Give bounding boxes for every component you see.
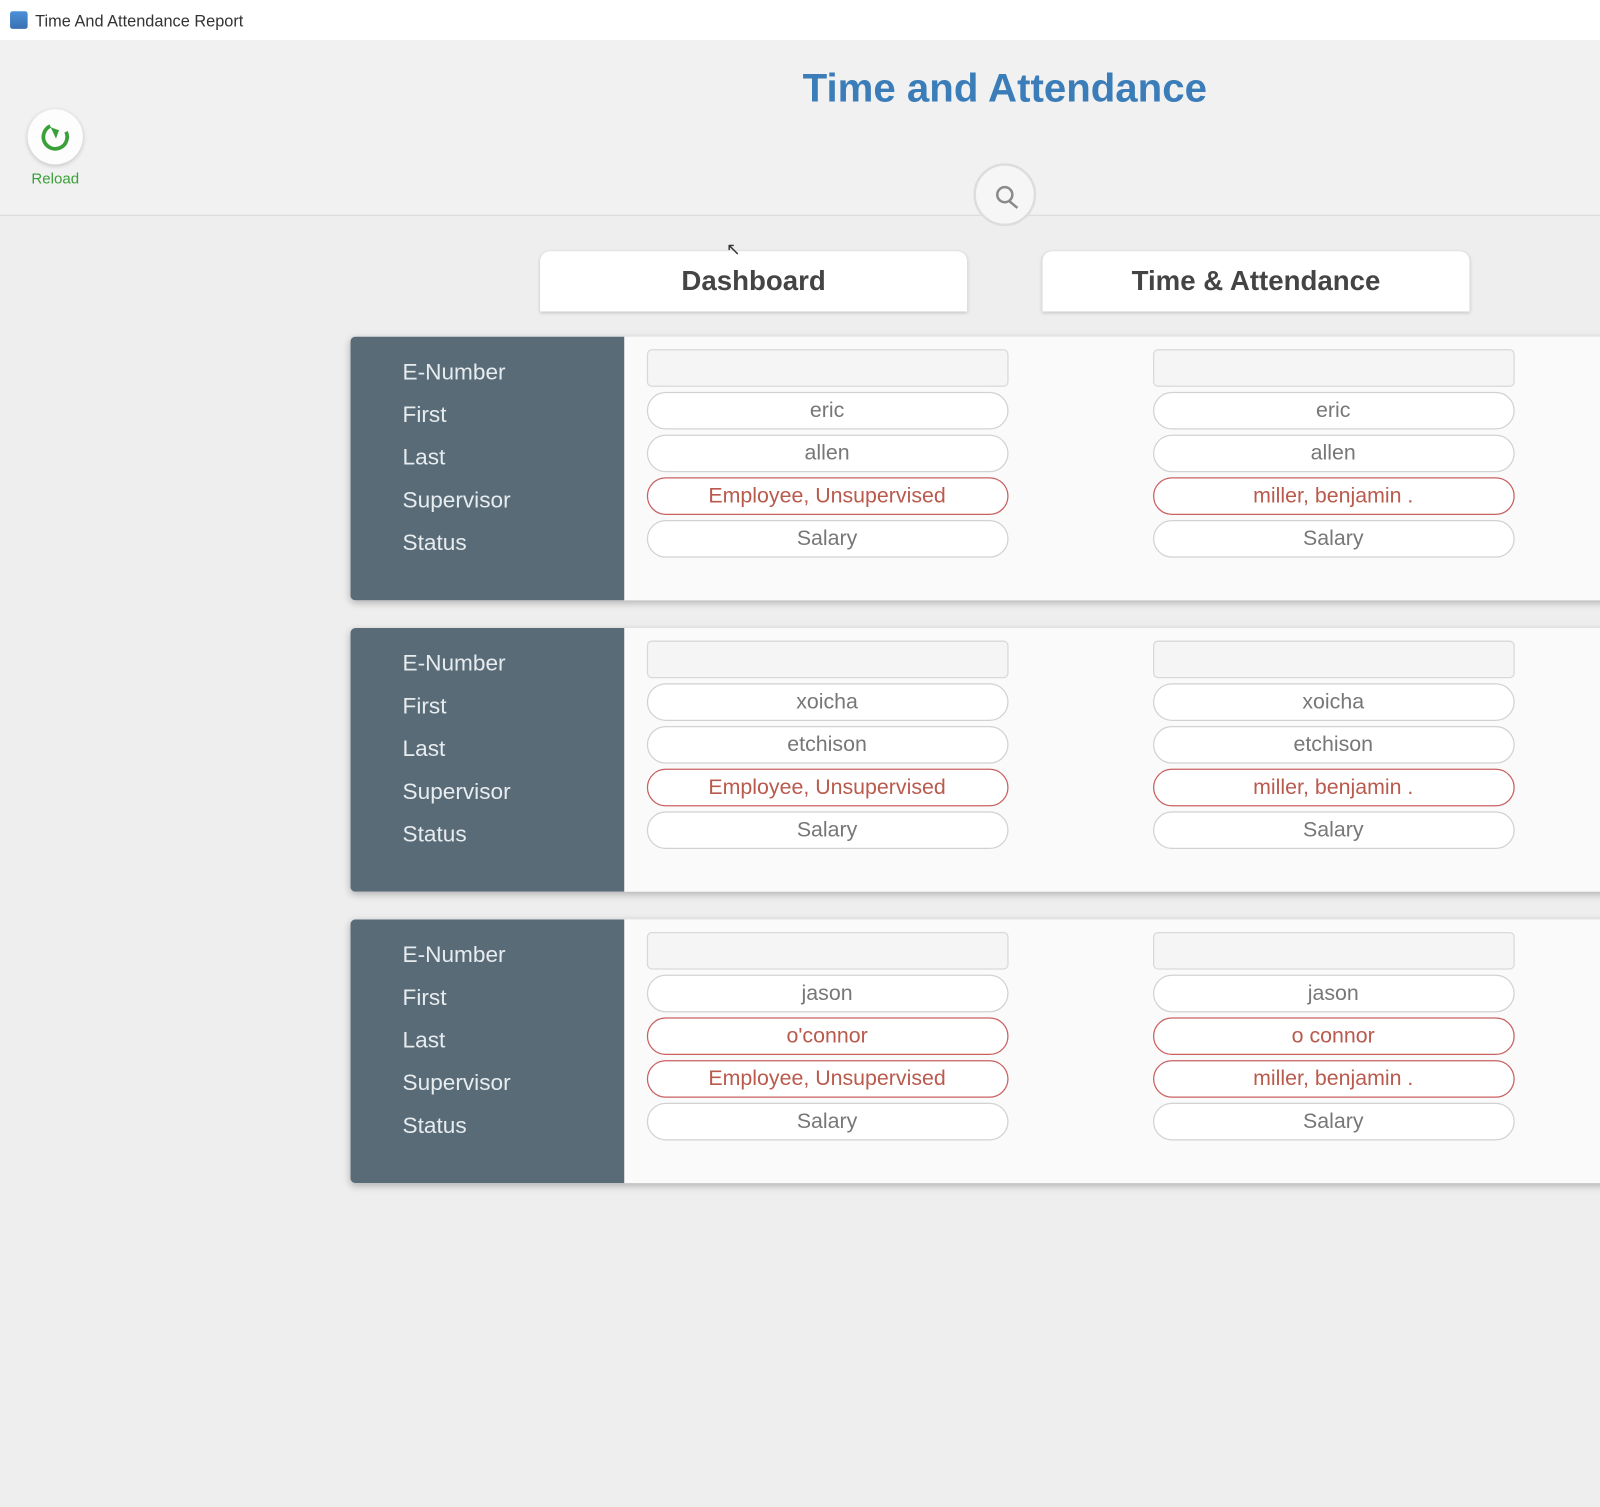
label-enumber: E-Number <box>403 359 624 392</box>
last-field[interactable]: etchison <box>1152 726 1514 764</box>
data-column-right: xoicha etchison miller, benjamin . Salary <box>1152 641 1514 892</box>
last-field[interactable]: allen <box>646 435 1008 473</box>
first-field[interactable]: eric <box>1152 392 1514 430</box>
status-field[interactable]: Salary <box>1152 811 1514 849</box>
status-field[interactable]: Salary <box>1152 1103 1514 1141</box>
label-supervisor: Supervisor <box>403 487 624 520</box>
app-icon <box>10 11 28 29</box>
tab-time-attendance[interactable]: Time & Attendance <box>1042 251 1469 311</box>
first-field[interactable]: jason <box>1152 975 1514 1013</box>
last-field[interactable]: allen <box>1152 435 1514 473</box>
status-field[interactable]: Salary <box>646 1103 1008 1141</box>
first-field[interactable]: xoicha <box>1152 683 1514 721</box>
enumber-field[interactable] <box>646 349 1008 387</box>
supervisor-field[interactable]: Employee, Unsupervised <box>646 769 1008 807</box>
reload-icon <box>38 119 73 154</box>
data-column-right: eric allen miller, benjamin . Salary <box>1152 349 1514 600</box>
field-labels: E-Number First Last Supervisor Status <box>350 919 624 1183</box>
label-enumber: E-Number <box>403 942 624 975</box>
last-field[interactable]: o'connor <box>646 1017 1008 1055</box>
label-supervisor: Supervisor <box>403 1070 624 1103</box>
cards-list: E-Number First Last Supervisor Status eric all… <box>350 337 1600 1184</box>
tab-label: Time & Attendance <box>1132 265 1381 298</box>
tab-dashboard[interactable]: Dashboard <box>540 251 967 311</box>
data-column-left: eric allen Employee, Unsupervised Salary <box>646 349 1008 600</box>
search-button[interactable] <box>973 163 1036 226</box>
supervisor-field[interactable]: miller, benjamin . <box>1152 1060 1514 1098</box>
reload-button[interactable]: Reload <box>28 109 83 187</box>
enumber-field[interactable] <box>1152 641 1514 679</box>
data-area: jason o'connor Employee, Unsupervised Salar… <box>624 919 1600 1183</box>
supervisor-field[interactable]: Employee, Unsupervised <box>646 1060 1008 1098</box>
enumber-field[interactable] <box>646 932 1008 970</box>
label-status: Status <box>403 530 624 563</box>
app-header: Time and Attendance Reload ✕ Close <box>0 40 1600 216</box>
supervisor-field[interactable]: miller, benjamin . <box>1152 477 1514 515</box>
status-field[interactable]: Salary <box>1152 520 1514 558</box>
window-titlebar: Time And Attendance Report — ☐ ✕ <box>0 0 1600 40</box>
status-field[interactable]: Salary <box>646 520 1008 558</box>
tabs: Dashboard Time & Attendance <box>0 251 1600 311</box>
label-first: First <box>403 402 624 435</box>
data-column-right: jason o connor miller, benjamin . Salary <box>1152 932 1514 1183</box>
supervisor-field[interactable]: miller, benjamin . <box>1152 769 1514 807</box>
employee-card: E-Number First Last Supervisor Status eric all… <box>350 337 1600 601</box>
field-labels: E-Number First Last Supervisor Status <box>350 628 624 892</box>
employee-card: E-Number First Last Supervisor Status jason o'… <box>350 919 1600 1183</box>
label-last: Last <box>403 736 624 769</box>
search-icon <box>996 186 1014 204</box>
employee-card: E-Number First Last Supervisor Status xoicha e… <box>350 628 1600 892</box>
label-last: Last <box>403 445 624 478</box>
supervisor-field[interactable]: Employee, Unsupervised <box>646 477 1008 515</box>
first-field[interactable]: eric <box>646 392 1008 430</box>
last-field[interactable]: etchison <box>646 726 1008 764</box>
status-field[interactable]: Salary <box>646 811 1008 849</box>
field-labels: E-Number First Last Supervisor Status <box>350 337 624 601</box>
tab-label: Dashboard <box>681 265 825 298</box>
label-status: Status <box>403 1113 624 1146</box>
first-field[interactable]: jason <box>646 975 1008 1013</box>
label-last: Last <box>403 1027 624 1060</box>
enumber-field[interactable] <box>1152 932 1514 970</box>
data-column-left: xoicha etchison Employee, Unsupervised Sala… <box>646 641 1008 892</box>
first-field[interactable]: xoicha <box>646 683 1008 721</box>
reload-label: Reload <box>31 170 79 188</box>
label-supervisor: Supervisor <box>403 779 624 812</box>
enumber-field[interactable] <box>1152 349 1514 387</box>
data-area: ericallenEmployee, UnsupervisedSalaryeri… <box>624 337 1600 601</box>
label-first: First <box>403 693 624 726</box>
data-column-left: jason o'connor Employee, Unsupervised Salar… <box>646 932 1008 1183</box>
app-title: Time and Attendance <box>0 40 1600 112</box>
last-field[interactable]: o connor <box>1152 1017 1514 1055</box>
window-title: Time And Attendance Report <box>35 11 243 30</box>
data-area: xoicha etchison Employee, Unsupervised Sala… <box>624 628 1600 892</box>
label-enumber: E-Number <box>403 651 624 684</box>
label-first: First <box>403 985 624 1018</box>
enumber-field[interactable] <box>646 641 1008 679</box>
label-status: Status <box>403 821 624 854</box>
